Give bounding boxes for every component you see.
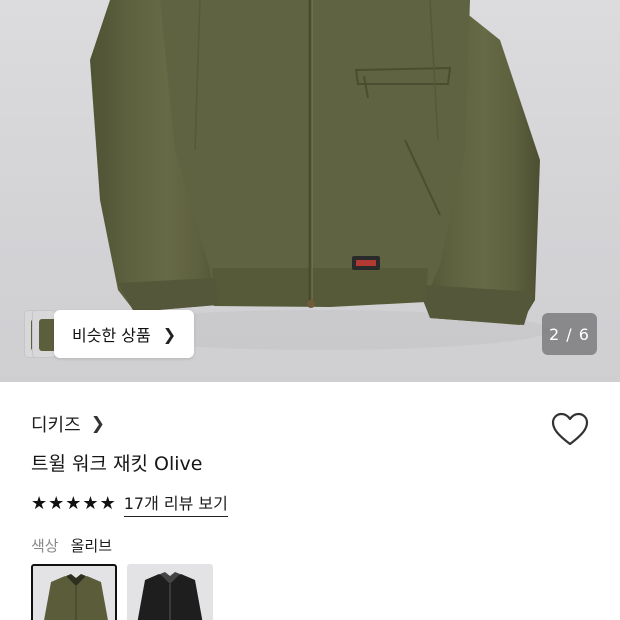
star-icon: ★ [82,492,99,514]
color-row: 색상 올리브 [31,535,112,556]
chevron-right-icon: ❯ [162,324,177,344]
star-icon: ★ [65,492,82,514]
reviews-link[interactable]: 17개 리뷰 보기 [123,490,228,517]
swatch-black[interactable] [127,564,213,620]
rating-row: ★ ★ ★ ★ ★ 17개 리뷰 보기 [31,490,228,517]
color-swatches [31,564,213,620]
chevron-right-icon: ❯ [90,414,105,434]
swatch-olive[interactable] [31,564,117,620]
star-icon: ★ [31,492,48,514]
similar-products-label: 비슷한 상품 [72,326,151,345]
similar-products-chip[interactable]: 비슷한 상품 ❯ [24,310,195,358]
star-icon: ★ [99,492,116,514]
olive-jacket-thumbnail [44,574,108,620]
brand-name: 디키즈 [31,415,81,436]
heart-icon[interactable] [550,410,590,450]
rating-stars: ★ ★ ★ ★ ★ [31,492,116,514]
similar-products-button[interactable]: 비슷한 상품 ❯ [54,310,195,358]
star-icon: ★ [48,492,65,514]
color-label: 색상 [31,537,59,555]
product-title: 트윌 워크 재킷 Olive [31,453,203,475]
image-counter: 2 / 6 [542,313,597,355]
black-jacket-thumbnail [137,572,203,620]
brand-link[interactable]: 디키즈 ❯ [31,411,105,437]
similar-thumbnails [24,310,58,358]
color-value: 올리브 [70,537,113,555]
product-image-gallery[interactable]: 비슷한 상품 ❯ 2 / 6 [0,0,620,382]
